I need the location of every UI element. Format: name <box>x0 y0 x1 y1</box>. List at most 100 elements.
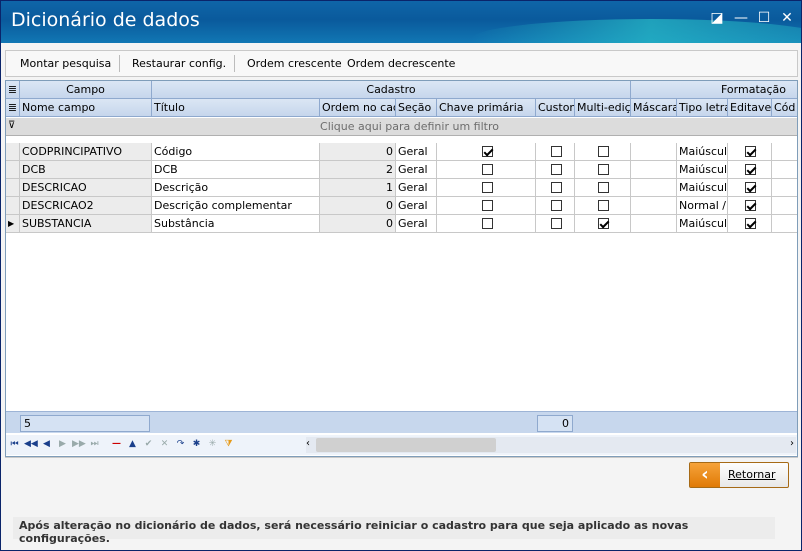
col-tipo-letra[interactable]: Tipo letra <box>677 99 728 117</box>
col-chave-primaria[interactable]: Chave primária <box>437 99 536 117</box>
restaurar-config-button[interactable]: Restaurar config. <box>132 57 226 70</box>
ordem-decrescente-button[interactable]: Ordem decrescente <box>347 57 455 70</box>
post-icon[interactable]: ✔ <box>142 438 155 451</box>
checkbox[interactable] <box>745 181 756 193</box>
cell-tipo[interactable]: Maiúsculo <box>677 143 728 161</box>
cell-cod[interactable] <box>772 143 797 161</box>
cell-cod[interactable] <box>772 197 797 215</box>
col-nome-campo[interactable]: Nome campo <box>20 99 152 117</box>
checkbox[interactable] <box>598 217 609 229</box>
band-formatacao[interactable]: Formatação <box>631 81 797 99</box>
cell-tipo[interactable]: Maiúsculo <box>677 215 728 233</box>
checkbox[interactable] <box>550 181 562 193</box>
cell-secao[interactable]: Geral <box>396 197 437 215</box>
montar-pesquisa-button[interactable]: Montar pesquisa <box>20 57 111 70</box>
band-campo[interactable]: Campo <box>20 81 152 99</box>
scroll-thumb[interactable] <box>316 438 496 452</box>
minimize-button[interactable]: — <box>733 10 749 26</box>
refresh-icon[interactable]: ↷ <box>174 438 187 451</box>
col-mascara[interactable]: Máscara <box>631 99 677 117</box>
col-titulo[interactable]: Título <box>152 99 320 117</box>
cell-ordem[interactable]: 0 <box>320 197 396 215</box>
cell-ordem[interactable]: 0 <box>320 215 396 233</box>
cell-nome[interactable]: DESCRICAO2 <box>20 197 152 215</box>
cell-mascara[interactable] <box>631 143 677 161</box>
cell-titulo[interactable]: Código <box>152 143 320 161</box>
cell-titulo[interactable]: Substância <box>152 215 320 233</box>
cell-custom-checkbox[interactable] <box>536 179 575 197</box>
cell-chave-checkbox[interactable] <box>437 143 536 161</box>
cell-secao[interactable]: Geral <box>396 215 437 233</box>
retornar-button[interactable]: ‹ Retornar <box>689 462 789 488</box>
cell-titulo[interactable]: Descrição <box>152 179 320 197</box>
filter-icon[interactable]: ⧩ <box>222 438 235 451</box>
checkbox[interactable] <box>598 145 609 157</box>
column-selector-icon[interactable]: ≣ <box>6 99 20 117</box>
cell-editavel-checkbox[interactable] <box>728 215 772 233</box>
cell-cod[interactable] <box>772 215 797 233</box>
cell-multi-checkbox[interactable] <box>575 179 631 197</box>
prev-icon[interactable]: ◀ <box>40 438 53 451</box>
cell-editavel-checkbox[interactable] <box>728 161 772 179</box>
cell-chave-checkbox[interactable] <box>437 215 536 233</box>
checkbox[interactable] <box>745 199 756 211</box>
cell-chave-checkbox[interactable] <box>437 161 536 179</box>
cell-mascara[interactable] <box>631 215 677 233</box>
restore-icon[interactable]: ◪ <box>709 10 725 26</box>
cell-titulo[interactable]: DCB <box>152 161 320 179</box>
cell-nome[interactable]: DCB <box>20 161 152 179</box>
checkbox[interactable] <box>550 217 562 229</box>
scroll-left-icon[interactable]: ‹ <box>306 438 310 449</box>
cell-titulo[interactable]: Descrição complementar <box>152 197 320 215</box>
cell-mascara[interactable] <box>631 197 677 215</box>
cell-nome[interactable]: SUBSTANCIA <box>20 215 152 233</box>
cell-editavel-checkbox[interactable] <box>728 179 772 197</box>
col-cod[interactable]: Cód <box>772 99 797 117</box>
cell-secao[interactable]: Geral <box>396 143 437 161</box>
cell-editavel-checkbox[interactable] <box>728 197 772 215</box>
next-icon[interactable]: ▶ <box>56 438 69 451</box>
col-editavel[interactable]: Editavel <box>728 99 772 117</box>
col-multi-edicao[interactable]: Multi-ediçã <box>575 99 631 117</box>
filter-row[interactable]: ⊽ Clique aqui para definir um filtro <box>6 118 797 136</box>
checkbox[interactable] <box>745 217 756 229</box>
next-page-icon[interactable]: ▶▶ <box>72 438 86 451</box>
cell-multi-checkbox[interactable] <box>575 215 631 233</box>
delete-icon[interactable]: — <box>110 438 123 451</box>
cell-editavel-checkbox[interactable] <box>728 143 772 161</box>
cell-cod[interactable] <box>772 161 797 179</box>
cell-mascara[interactable] <box>631 161 677 179</box>
ordem-crescente-button[interactable]: Ordem crescente <box>247 57 342 70</box>
cell-custom-checkbox[interactable] <box>536 197 575 215</box>
cell-nome[interactable]: CODPRINCIPATIVO <box>20 143 152 161</box>
bookmark-icon[interactable]: ✱ <box>190 438 203 451</box>
cell-custom-checkbox[interactable] <box>536 215 575 233</box>
band-cadastro[interactable]: Cadastro <box>152 81 631 99</box>
checkbox[interactable] <box>481 145 493 157</box>
cell-multi-checkbox[interactable] <box>575 143 631 161</box>
insert-icon[interactable]: ▲ <box>126 438 139 451</box>
last-icon[interactable]: ⏭ <box>88 438 101 451</box>
cell-custom-checkbox[interactable] <box>536 143 575 161</box>
col-custom[interactable]: Custom <box>536 99 575 117</box>
col-ordem[interactable]: Ordem no cada <box>320 99 396 117</box>
column-chooser-icon[interactable]: ≣ <box>6 81 20 99</box>
checkbox[interactable] <box>550 199 562 211</box>
cell-mascara[interactable] <box>631 179 677 197</box>
goto-bookmark-icon[interactable]: ✳ <box>206 438 219 451</box>
cell-multi-checkbox[interactable] <box>575 161 631 179</box>
cell-ordem[interactable]: 2 <box>320 161 396 179</box>
checkbox[interactable] <box>481 217 493 229</box>
cell-cod[interactable] <box>772 179 797 197</box>
prev-page-icon[interactable]: ◀◀ <box>24 438 38 451</box>
cell-tipo[interactable]: Maiúsculo <box>677 161 728 179</box>
checkbox[interactable] <box>598 181 609 193</box>
checkbox[interactable] <box>481 163 493 175</box>
cell-secao[interactable]: Geral <box>396 161 437 179</box>
cell-ordem[interactable]: 0 <box>320 143 396 161</box>
first-icon[interactable]: ⏮ <box>8 438 21 451</box>
checkbox[interactable] <box>745 163 756 175</box>
cell-chave-checkbox[interactable] <box>437 197 536 215</box>
checkbox[interactable] <box>598 199 609 211</box>
cancel-icon[interactable]: ✕ <box>158 438 171 451</box>
